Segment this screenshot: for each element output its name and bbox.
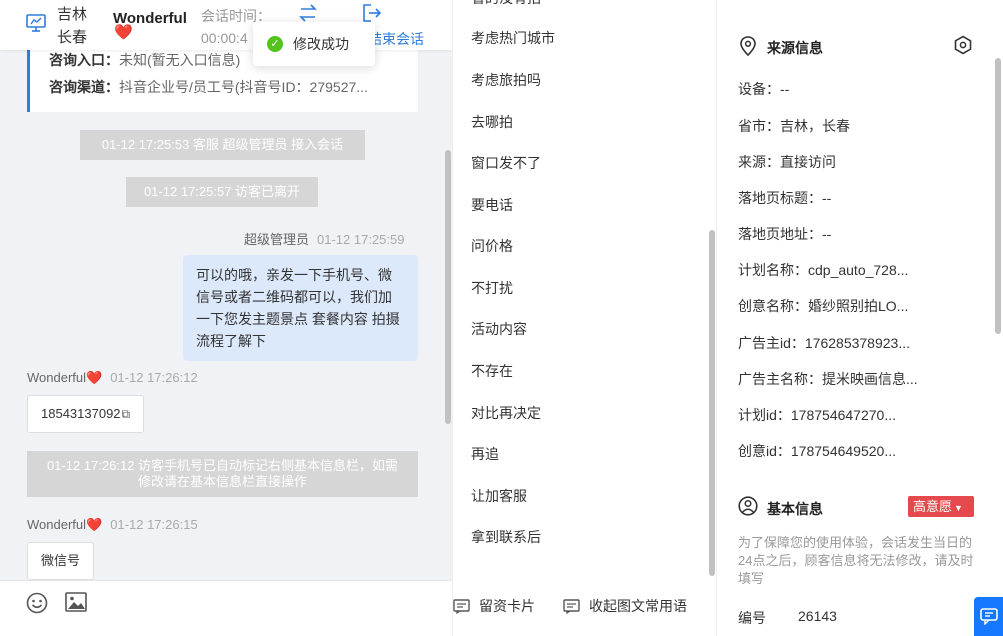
quick-reply-item[interactable]: 让加客服 [471,486,527,506]
source-field: 设备：-- [738,81,790,97]
message-icon [563,598,580,614]
quick-reply-item[interactable]: 再追 [471,444,499,464]
exit-icon[interactable] [362,4,382,22]
source-field: 落地页标题：-- [738,190,832,206]
agent-message-time: 01-12 17:25:59 [317,232,405,247]
visitor-message-bubble: 18543137092⧉ [27,395,145,433]
end-session-button[interactable]: 结束会话 [368,29,424,49]
quick-reply-item[interactable]: 要电话 [471,195,513,215]
chat-scrollbar[interactable] [445,150,451,424]
intent-level-label: 高意愿 [913,499,953,514]
transfer-icon[interactable] [298,4,318,22]
quick-reply-item[interactable]: 对比再决定 [471,403,541,423]
visitor-name: Wonderful [27,370,87,385]
session-time-value: 00:00:4 [201,30,248,46]
visitor-message-time: 01-12 17:26:12 [110,370,198,385]
source-field: 来源：直接访问 [738,154,836,170]
source-field: 广告主id：176285378923... [738,335,910,351]
edit-notice: 为了保障您的使用体验，会话发生当日的24点之后，顾客信息将无法修改，请及时填写 [738,535,974,586]
lead-card-button[interactable]: 留资卡片 [453,596,535,616]
visitor-sender-line: Wonderful❤️ 01-12 17:26:12 [27,370,198,386]
visitor-message-text: 18543137092 [41,406,121,421]
image-icon[interactable] [65,592,87,612]
heart-icon: ❤️ [86,370,103,385]
source-field: 计划名称：cdp_auto_728... [738,262,909,278]
location-pin-icon [740,36,756,56]
quick-reply-item[interactable]: 窗口发不了 [471,153,541,173]
basic-info-title: 基本信息 [767,501,823,517]
chat-bubble-float-button[interactable] [974,597,1003,636]
intent-level-dropdown[interactable]: 高意愿 ▼ [908,496,974,517]
agent-message-bubble: 可以的哦，亲发一下手机号、微信号或者二维码都可以，我们加一下您发主题景点 套餐内… [183,255,418,361]
quick-reply-item[interactable]: 问价格 [471,236,513,256]
chat-panel: 吉林 长春 Wonderful ❤️ 会话时间： 00:00:4 结束会话 ✓ … [0,0,452,636]
quick-reply-footer: 留资卡片 收起图文常用语 [453,580,717,636]
source-field: 创意id：178754649520... [738,443,896,459]
source-field: 省市：吉林，长春 [738,118,850,134]
quick-reply-item[interactable]: 去哪拍 [471,112,513,132]
system-message: 01-12 17:25:57 访客已离开 [126,177,318,207]
quick-reply-item[interactable]: 考虑热门城市 [471,28,555,48]
card-icon [453,598,470,614]
visitor-name: Wonderful [27,517,87,532]
visitor-city: 长春 [57,29,88,46]
source-info-title: 来源信息 [767,40,823,56]
user-icon [738,496,758,516]
system-message: 01-12 17:25:53 客服 超级管理员 接入会话 [80,130,365,160]
toast-text: 修改成功 [293,36,349,52]
consult-channel-label: 咨询渠道： [49,79,119,95]
id-label: 编号 [738,610,766,626]
quick-reply-item[interactable]: 考虑旅拍吗 [471,70,541,90]
heart-icon: ❤️ [114,24,133,41]
success-toast: ✓ 修改成功 [253,22,375,66]
chat-header: 吉林 长春 Wonderful ❤️ 会话时间： 00:00:4 结束会话 [0,0,452,50]
consult-entry-label: 咨询入口： [49,52,119,68]
lead-card-label: 留资卡片 [479,598,535,614]
consult-channel-value: 抖音企业号/员工号(抖音号ID：279527... [119,79,368,95]
consult-entry-value: 未知(暂无入口信息) [119,52,241,68]
quick-reply-panel: 省的没有拍 考虑热门城市 考虑旅拍吗 去哪拍 窗口发不了 要电话 问价格 不打扰… [452,0,717,636]
chat-input-toolbar [0,580,452,636]
monitor-icon [26,14,46,32]
caret-down-icon: ▼ [954,503,963,513]
chat-bubble-icon [980,608,998,625]
copy-icon[interactable]: ⧉ [122,407,131,421]
id-value: 26143 [798,608,837,624]
visitor-message-bubble: 微信号 [27,542,95,580]
emoji-icon[interactable] [26,592,48,614]
heart-icon: ❤️ [86,517,103,532]
visitor-message-time: 01-12 17:26:15 [110,517,198,532]
consult-channel-row: 咨询渠道：抖音企业号/员工号(抖音号ID：279527... [49,77,418,97]
source-field: 计划id：178754647270... [738,407,896,423]
info-scrollbar[interactable] [995,58,1001,334]
quick-reply-scrollbar[interactable] [709,230,715,576]
source-field: 广告主名称：提米映画信息... [738,371,918,387]
visitor-sender-line: Wonderful❤️ 01-12 17:26:15 [27,517,198,533]
visitor-province: 吉林 [57,6,88,23]
system-message: 01-12 17:26:12 访客手机号已自动标记右侧基本信息栏，如需修改请在基… [27,451,418,497]
collapse-replies-label: 收起图文常用语 [589,598,687,614]
source-field: 创意名称：婚纱照别拍LO... [738,298,909,314]
quick-reply-item[interactable]: 活动内容 [471,319,527,339]
quick-reply-item[interactable]: 不存在 [471,361,513,381]
agent-sender-line: 超级管理员 01-12 17:25:59 [244,229,404,248]
visitor-info-panel: 来源信息 设备：-- 省市：吉林，长春 来源：直接访问 落地页标题：-- 落地页… [716,0,1003,636]
quick-reply-item[interactable]: 不打扰 [471,278,513,298]
settings-hex-icon[interactable] [953,35,973,55]
source-field: 落地页地址：-- [738,226,832,242]
check-circle-icon: ✓ [267,36,283,52]
quick-reply-item[interactable]: 拿到联系后 [471,527,541,547]
quick-reply-item[interactable]: 省的没有拍 [471,0,541,8]
collapse-replies-button[interactable]: 收起图文常用语 [563,596,687,616]
agent-name: 超级管理员 [244,232,310,247]
